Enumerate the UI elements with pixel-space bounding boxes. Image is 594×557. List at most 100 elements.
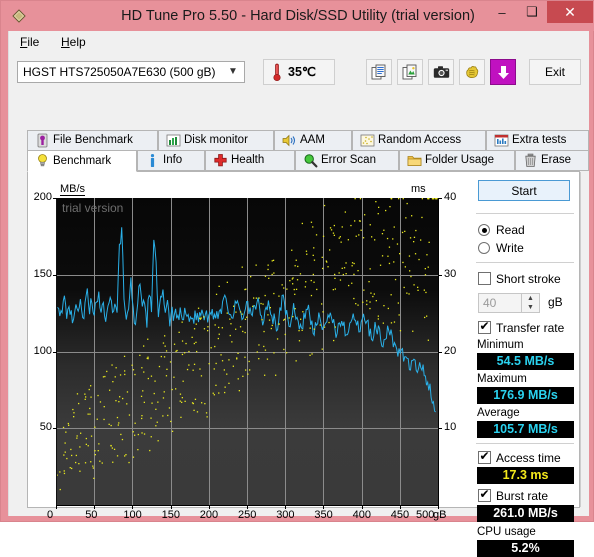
save-button[interactable] (490, 59, 516, 85)
drive-select-label: HGST HTS725050A7E630 (500 gB) (23, 62, 216, 82)
copy-to-clipboard-button[interactable] (366, 59, 392, 85)
burst-rate-checkbox-indicator (478, 489, 491, 502)
lightbulb-icon (35, 153, 50, 168)
start-button-label: Start (479, 181, 569, 200)
burst-rate-value: 261.0 MB/s (477, 505, 574, 522)
divider-2 (476, 262, 574, 263)
minimum-label: Minimum (477, 339, 524, 351)
tab-error-scan-label: Error Scan (321, 151, 376, 170)
menu-bar: File Help (9, 31, 589, 53)
transfer-rate-checkbox-indicator (478, 321, 491, 334)
access-time-checkbox-indicator (478, 451, 491, 464)
tab-health-label: Health (231, 151, 264, 170)
cpu-usage-label: CPU usage (477, 526, 536, 538)
short-stroke-unit: gB (548, 295, 563, 309)
disk-monitor-icon (166, 133, 181, 148)
chart-xtick-label: 400 (353, 509, 371, 521)
chart-y2tick-label: 20 (444, 345, 456, 357)
copy-image-button[interactable] (397, 59, 423, 85)
hd-tune-window: HD Tune Pro 5.50 - Hard Disk/SSD Utility… (0, 0, 594, 522)
short-stroke-label: Short stroke (496, 271, 561, 287)
stepper-down-icon[interactable]: ▼ (522, 303, 539, 312)
chart-ytick-mark (53, 198, 57, 199)
chart-bottom-axis (56, 505, 439, 506)
info-icon (145, 153, 160, 168)
tab-extra-tests-label: Extra tests (512, 131, 566, 150)
maximize-icon: ❑ (517, 1, 547, 23)
maximum-label: Maximum (477, 373, 527, 385)
chart-y2label: ms (411, 183, 426, 195)
short-stroke-stepper[interactable]: ▲ ▼ (521, 294, 539, 312)
chart-svg (56, 198, 438, 505)
menu-help-label: elp (70, 35, 86, 49)
divider-3 (476, 443, 574, 444)
short-stroke-input[interactable]: 40 ▲ ▼ (478, 293, 540, 313)
transfer-rate-label: Transfer rate (496, 320, 564, 336)
extra-tests-icon (494, 133, 509, 148)
minimum-value: 54.5 MB/s (477, 353, 574, 370)
tab-benchmark[interactable]: Benchmark (27, 150, 137, 172)
exit-button-label: Exit (530, 60, 580, 84)
chart-ytick-mark (53, 275, 57, 276)
exit-button[interactable]: Exit (529, 59, 581, 85)
tab-erase[interactable]: Erase (515, 150, 589, 171)
chart-ytick-label: 200 (31, 191, 52, 203)
chart-xlabel: gB (433, 509, 446, 521)
chart-xtick-label: 250 (238, 509, 256, 521)
chart-xtick-label: 300 (276, 509, 294, 521)
tab-folder-usage-label: Folder Usage (425, 151, 494, 170)
trial-watermark: trial version (62, 201, 123, 215)
divider-1 (476, 213, 574, 214)
minimize-button[interactable]: – (487, 1, 517, 23)
download-arrow-icon (491, 60, 515, 84)
maximize-button[interactable]: ❑ (517, 1, 547, 23)
tab-file-benchmark[interactable]: File Benchmark (27, 130, 158, 151)
tab-info[interactable]: Info (137, 150, 205, 171)
copy-image-icon (398, 60, 422, 84)
average-value: 105.7 MB/s (477, 421, 574, 438)
chart-ytick-label: 150 (31, 268, 52, 280)
tab-extra-tests[interactable]: Extra tests (486, 130, 589, 151)
tab-error-scan[interactable]: Error Scan (295, 150, 399, 171)
health-cross-icon (213, 153, 228, 168)
chart-xtick-label: 500 (416, 509, 434, 521)
screenshot-button[interactable] (428, 59, 454, 85)
close-icon: ✕ (547, 1, 593, 23)
maximum-value: 176.9 MB/s (477, 387, 574, 404)
radio-write-label: Write (496, 240, 524, 256)
start-button[interactable]: Start (478, 180, 570, 201)
short-stroke-checkbox-indicator (478, 272, 491, 285)
hand-icon (460, 60, 484, 84)
stepper-up-icon[interactable]: ▲ (522, 294, 539, 303)
chart-y2tick-label: 10 (444, 421, 456, 433)
tab-random-access[interactable]: Random Access (352, 130, 486, 151)
access-time-label: Access time (496, 450, 561, 466)
title-bar: HD Tune Pro 5.50 - Hard Disk/SSD Utility… (1, 1, 594, 31)
chart-xtick-label: 200 (200, 509, 218, 521)
tab-file-benchmark-label: File Benchmark (53, 131, 133, 150)
toolbar: HGST HTS725050A7E630 (500 gB) ▼ 35℃ (9, 53, 589, 97)
tab-aam-label: AAM (300, 131, 325, 150)
random-access-icon (360, 133, 375, 148)
tab-health[interactable]: Health (205, 150, 295, 171)
menu-item-help[interactable]: Help (55, 34, 92, 51)
tab-info-label: Info (163, 151, 182, 170)
chart-right-axis (438, 198, 439, 506)
close-button[interactable]: ✕ (547, 1, 593, 23)
drive-select[interactable]: HGST HTS725050A7E630 (500 gB) ▼ (17, 61, 245, 83)
tab-aam[interactable]: AAM (274, 130, 352, 151)
temperature-display: 35℃ (263, 59, 335, 85)
menu-file-label: ile (27, 35, 39, 49)
chart-ytick-label: 100 (31, 345, 52, 357)
menu-item-file[interactable]: File (14, 34, 45, 51)
tab-folder-usage[interactable]: Folder Usage (399, 150, 515, 171)
copy-documents-icon (367, 60, 391, 84)
trash-icon (523, 153, 538, 168)
hand-button[interactable] (459, 59, 485, 85)
average-label: Average (477, 407, 520, 419)
tab-disk-monitor-label: Disk monitor (184, 131, 248, 150)
tab-disk-monitor[interactable]: Disk monitor (158, 130, 274, 151)
chart-xtick-label: 350 (314, 509, 332, 521)
client-area: File Help HGST HTS725050A7E630 (500 gB) … (8, 31, 589, 516)
speaker-icon (282, 133, 297, 148)
